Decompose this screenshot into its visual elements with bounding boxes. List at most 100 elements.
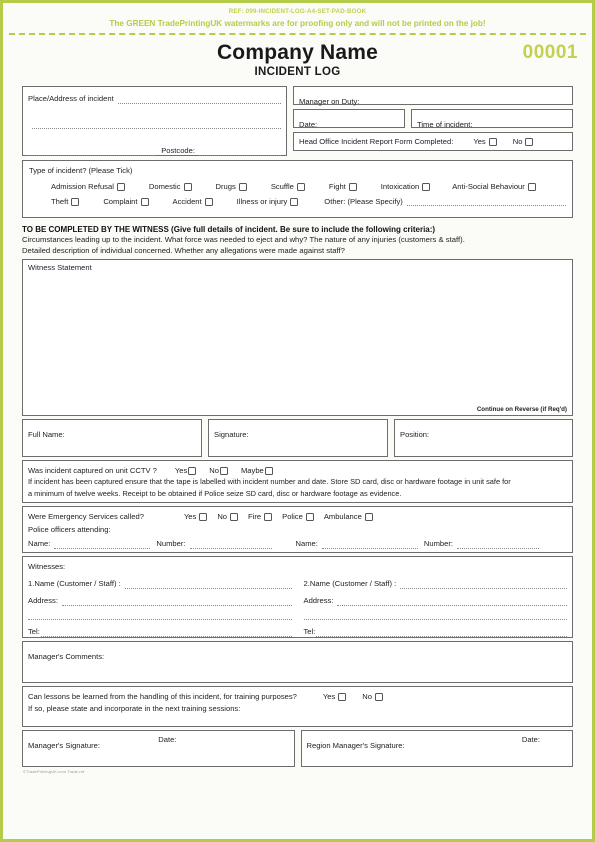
- incident-type-admission-refusal-label: Admission Refusal: [51, 182, 114, 191]
- police-attending-label: Police officers attending:: [28, 525, 111, 534]
- region-manager-date-label: Date:: [521, 735, 540, 744]
- incident-type-theft-label: Theft: [51, 197, 69, 206]
- witnesses-box: Witnesses: 1.Name (Customer / Staff) : A…: [22, 556, 573, 638]
- incident-type-admission-refusal-checkbox[interactable]: [116, 182, 125, 191]
- lessons-question-label: Can lessons be learned from the handling…: [28, 692, 297, 701]
- officer-1-name-input-line[interactable]: [54, 541, 151, 549]
- signature-box[interactable]: Signature:: [208, 419, 388, 457]
- cctv-yes-checkbox[interactable]: [188, 466, 197, 475]
- emergency-police-checkbox[interactable]: [305, 512, 314, 521]
- footer-credit: ©TradePrintingUK.com Trade-ref: [23, 769, 85, 774]
- head-office-yes-checkbox[interactable]: [488, 137, 497, 146]
- region-manager-signature-box[interactable]: Region Manager's Signature: Date:: [300, 730, 573, 767]
- lessons-yes-checkbox[interactable]: [338, 692, 347, 701]
- witness-1-name-input-line[interactable]: [124, 581, 292, 589]
- head-office-no-checkbox[interactable]: [525, 137, 534, 146]
- postcode-label: Postcode:: [161, 146, 195, 155]
- head-office-yes-label: Yes: [473, 137, 486, 146]
- place-address-input-line-3[interactable]: [28, 148, 156, 156]
- lessons-followup-label: If so, please state and incorporate in t…: [28, 704, 241, 713]
- incident-type-scuffle-label: Scuffle: [270, 182, 294, 191]
- incident-type-other-input-line[interactable]: [406, 198, 566, 206]
- manager-on-duty-box[interactable]: Manager on Duty:: [293, 86, 573, 106]
- witness-1-address-input-line-1[interactable]: [61, 598, 292, 606]
- cctv-no-label: No: [209, 466, 219, 475]
- officer-2-number-input-line[interactable]: [457, 541, 539, 549]
- date-box[interactable]: Date:: [293, 109, 405, 129]
- witness-2-address-input-line-1[interactable]: [337, 598, 567, 606]
- place-address-input-line-1[interactable]: [117, 96, 281, 104]
- place-address-box[interactable]: Place/Address of incident Postcode:: [22, 86, 287, 156]
- position-box[interactable]: Position:: [394, 419, 573, 457]
- time-of-incident-label: Time of incident:: [417, 120, 473, 129]
- incident-type-other-label: Other: (Please Specify): [324, 197, 403, 206]
- emergency-fire-checkbox[interactable]: [264, 512, 273, 521]
- officer-2-name-label: Name:: [295, 539, 318, 548]
- witness-2-tel-label: Tel:: [303, 627, 316, 636]
- witness-1-name-row: 1.Name (Customer / Staff) :: [28, 578, 292, 589]
- incident-type-anti-social-label: Anti-Social Behaviour: [452, 182, 525, 191]
- continue-on-reverse-note: Continue on Reverse (if Req'd): [476, 406, 567, 413]
- incident-type-complaint-checkbox[interactable]: [140, 197, 149, 206]
- incident-type-accident-label: Accident: [172, 197, 202, 206]
- lessons-learned-box: Can lessons be learned from the handling…: [22, 686, 573, 727]
- police-officer-lines: Name: Number: Name: Number:: [28, 538, 567, 549]
- incident-type-row-2: Theft Complaint Accident Illness or inju…: [29, 197, 566, 206]
- emergency-question-label: Were Emergency Services called?: [28, 512, 144, 521]
- witness-2-address-input-line-2[interactable]: [303, 612, 567, 620]
- emergency-ambulance-checkbox[interactable]: [364, 512, 373, 521]
- emergency-question-row: Were Emergency Services called? Yes No F…: [28, 511, 567, 522]
- postcode-input-line[interactable]: [199, 148, 281, 156]
- cctv-no-checkbox[interactable]: [219, 466, 228, 475]
- cctv-note-line-2: a minimum of twelve weeks. Receipt to be…: [28, 488, 402, 498]
- incident-type-illness-label: Illness or injury: [236, 197, 288, 206]
- incident-type-drugs-label: Drugs: [215, 182, 236, 191]
- time-of-incident-box[interactable]: Time of incident:: [411, 109, 573, 129]
- witness-instructions: TO BE COMPLETED BY THE WITNESS (Give ful…: [22, 224, 573, 256]
- manager-comments-box[interactable]: Manager's Comments:: [22, 641, 573, 683]
- head-office-form-box: Head Office Incident Report Form Complet…: [293, 132, 573, 151]
- cctv-question-label: Was incident captured on unit CCTV ?: [28, 466, 157, 475]
- officer-1-name-label: Name:: [28, 539, 51, 548]
- lessons-no-checkbox[interactable]: [375, 692, 384, 701]
- incident-type-domestic-checkbox[interactable]: [183, 182, 192, 191]
- document-subtitle: INCIDENT LOG: [254, 66, 341, 78]
- manager-signature-box[interactable]: Manager's Signature: Date:: [22, 730, 295, 767]
- emergency-yes-checkbox[interactable]: [199, 512, 208, 521]
- top-section: Place/Address of incident Postcode: Mana…: [22, 86, 573, 156]
- witness-1-address-input-line-2[interactable]: [28, 612, 292, 620]
- witness-2-name-input-line[interactable]: [400, 581, 567, 589]
- officer-2-name-input-line[interactable]: [321, 541, 418, 549]
- cctv-yes-label: Yes: [174, 466, 188, 475]
- cctv-maybe-label: Maybe: [240, 466, 264, 475]
- cctv-maybe-checkbox[interactable]: [264, 466, 273, 475]
- incident-type-accident-checkbox[interactable]: [204, 197, 213, 206]
- witness-1-column: 1.Name (Customer / Staff) : Address: Tel…: [28, 572, 292, 637]
- lessons-question-row: Can lessons be learned from the handling…: [28, 691, 567, 702]
- place-address-input-line-2[interactable]: [32, 121, 281, 129]
- incident-type-theft-checkbox[interactable]: [71, 197, 80, 206]
- witness-statement-box[interactable]: Witness Statement Continue on Reverse (i…: [22, 259, 573, 416]
- witness-2-tel-input-line[interactable]: [316, 629, 567, 637]
- incident-type-drugs-checkbox[interactable]: [238, 182, 247, 191]
- witness-2-address-row-2: [303, 612, 567, 620]
- emergency-services-box: Were Emergency Services called? Yes No F…: [22, 506, 573, 553]
- manager-signature-date-label: Date:: [158, 735, 177, 744]
- incident-type-scuffle-checkbox[interactable]: [296, 182, 305, 191]
- witnesses-columns: 1.Name (Customer / Staff) : Address: Tel…: [28, 572, 567, 637]
- proof-reference: REF: 099-INCIDENT-LOG-A4-SET-PAD-BOOK: [228, 8, 367, 15]
- witness-2-tel-row: Tel:: [303, 626, 567, 637]
- witness-1-tel-row: Tel:: [28, 626, 292, 637]
- place-address-label: Place/Address of incident: [28, 94, 114, 103]
- incident-type-illness-checkbox[interactable]: [290, 197, 299, 206]
- witness-1-tel-input-line[interactable]: [40, 629, 292, 637]
- incident-type-intoxication-checkbox[interactable]: [422, 182, 431, 191]
- incident-type-intoxication-label: Intoxication: [380, 182, 420, 191]
- officer-1-number-input-line[interactable]: [189, 541, 272, 549]
- emergency-no-checkbox[interactable]: [230, 512, 239, 521]
- incident-type-fight-checkbox[interactable]: [348, 182, 357, 191]
- full-name-box[interactable]: Full Name:: [22, 419, 202, 457]
- identity-row: Full Name: Signature: Position:: [22, 419, 573, 457]
- incident-type-anti-social-checkbox[interactable]: [527, 182, 536, 191]
- witness-1-address-label: Address:: [28, 596, 58, 605]
